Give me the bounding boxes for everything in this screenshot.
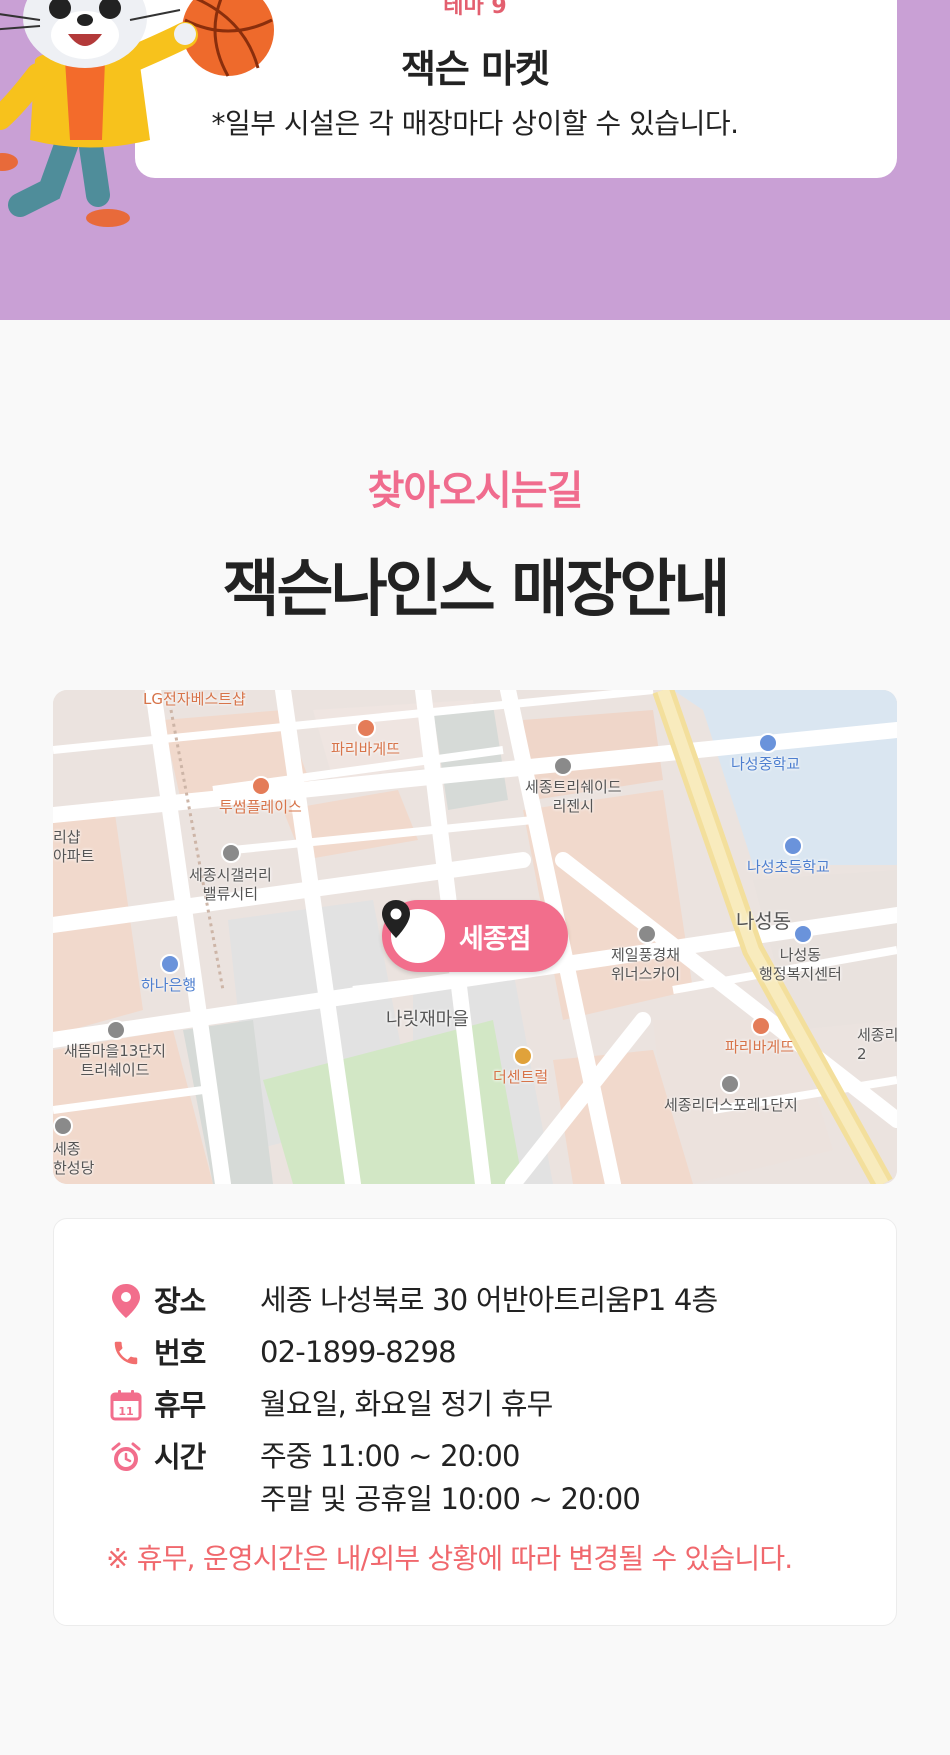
map-label-elementary-school: 나성초등학교 <box>747 858 830 876</box>
map-label-bakery: 파리바게뜨 <box>331 740 401 758</box>
map-label-bakery-2: 파리바게뜨 <box>725 1038 795 1056</box>
apartment-pin-icon <box>720 1074 740 1094</box>
location-value: 세종 나성북로 30 어반아트리움P1 4층 <box>260 1283 718 1317</box>
phone-value[interactable]: 02-1899-8298 <box>260 1331 457 1374</box>
apartment-pin-icon <box>53 1116 73 1136</box>
hours-notice: ※ 휴무, 운영시간은 내/외부 상황에 따라 변경될 수 있습니다. <box>106 1542 793 1575</box>
shopping-pin-icon <box>513 1046 533 1066</box>
cafe-pin-icon <box>251 776 271 796</box>
closed-label: 휴무 <box>154 1388 206 1422</box>
closed-value: 월요일, 화요일 정기 휴무 <box>260 1387 553 1421</box>
store-location-marker[interactable]: 세종점 <box>382 900 568 972</box>
bakery-pin-icon <box>356 718 376 738</box>
map-label-leaders-forest: 세종리더스포레1단지 <box>664 1096 798 1114</box>
apartment-pin-icon <box>221 843 241 863</box>
map-label-welfare-center: 나성동 행정복지센터 <box>759 946 842 983</box>
map-label-apartment: 리샵 아파트 <box>53 828 95 865</box>
apartment-pin-icon <box>637 924 657 944</box>
map-pin-icon <box>382 900 445 963</box>
map-label-cafe: 투썸플레이스 <box>219 798 302 816</box>
directions-subtitle: 찾아오시는길 <box>367 468 584 514</box>
hours-weekend: 주말 및 공휴일 10:00 ~ 20:00 <box>260 1482 641 1516</box>
store-info-card: 장소 세종 나성북로 30 어반아트리움P1 4층 번호 02-1899-829… <box>53 1218 897 1626</box>
map-label-edge: 세종리 2 <box>857 1026 897 1063</box>
hours-values: 주중 11:00 ~ 20:00 주말 및 공휴일 10:00 ~ 20:00 <box>260 1435 641 1521</box>
store-marker-label: 세종점 <box>459 923 532 955</box>
store-guide-title: 잭슨나인스 매장안내 <box>222 552 731 625</box>
map-label-middle-school: 나성중학교 <box>731 755 801 773</box>
map-label-riverside: 세종트리쉐이드 리젠시 <box>525 778 622 815</box>
map-label-apartment-complex: 제일풍경채 위너스카이 <box>611 946 681 983</box>
info-row-phone: 번호 02-1899-8298 <box>108 1335 457 1374</box>
map-label-village: 새뜸마을13단지 트리쉐이드 <box>64 1042 166 1079</box>
bakery-pin-icon <box>751 1016 771 1036</box>
map-label-the-central: 더센트럴 <box>493 1068 549 1086</box>
store-map[interactable]: LG전자베스트샵 파리바게뜨 투썸플레이스 세종트리쉐이드 리젠시 나성중학교 … <box>53 690 897 1184</box>
school-pin-icon <box>758 733 778 753</box>
cat-mascot-illustration <box>0 0 274 227</box>
alarm-clock-icon <box>108 1439 144 1475</box>
svg-text:11: 11 <box>118 1405 133 1418</box>
school-pin-icon <box>783 836 803 856</box>
hours-label: 시간 <box>154 1440 206 1474</box>
map-label-gallery: 세종시갤러리 밸류시티 <box>189 866 272 903</box>
location-label: 장소 <box>154 1284 206 1318</box>
location-pin-icon <box>108 1283 144 1319</box>
map-label-district: 나성동 <box>736 909 792 933</box>
apartment-pin-icon <box>106 1020 126 1040</box>
government-pin-icon <box>793 924 813 944</box>
phone-label: 번호 <box>154 1336 206 1370</box>
map-label-bank: 하나은행 <box>141 976 197 994</box>
map-label-hansung: 세종 한성당 <box>53 1140 95 1177</box>
bank-pin-icon <box>160 954 180 974</box>
map-label-nalit-village: 나릿재마을 <box>386 1009 469 1030</box>
info-row-hours: 시간 주중 11:00 ~ 20:00 주말 및 공휴일 10:00 ~ 20:… <box>108 1439 641 1521</box>
apartment-pin-icon <box>553 756 573 776</box>
phone-icon <box>108 1335 144 1371</box>
info-row-location: 장소 세종 나성북로 30 어반아트리움P1 4층 <box>108 1283 718 1322</box>
info-row-closed: 11 휴무 월요일, 화요일 정기 휴무 <box>108 1387 553 1426</box>
hours-weekday: 주중 11:00 ~ 20:00 <box>260 1439 520 1473</box>
map-label-lg-store: LG전자베스트샵 <box>143 690 246 708</box>
theme-banner: 테마 9 잭슨 마켓 *일부 시설은 각 매장마다 상이할 수 있습니다. <box>0 0 950 320</box>
calendar-icon: 11 <box>108 1387 144 1423</box>
